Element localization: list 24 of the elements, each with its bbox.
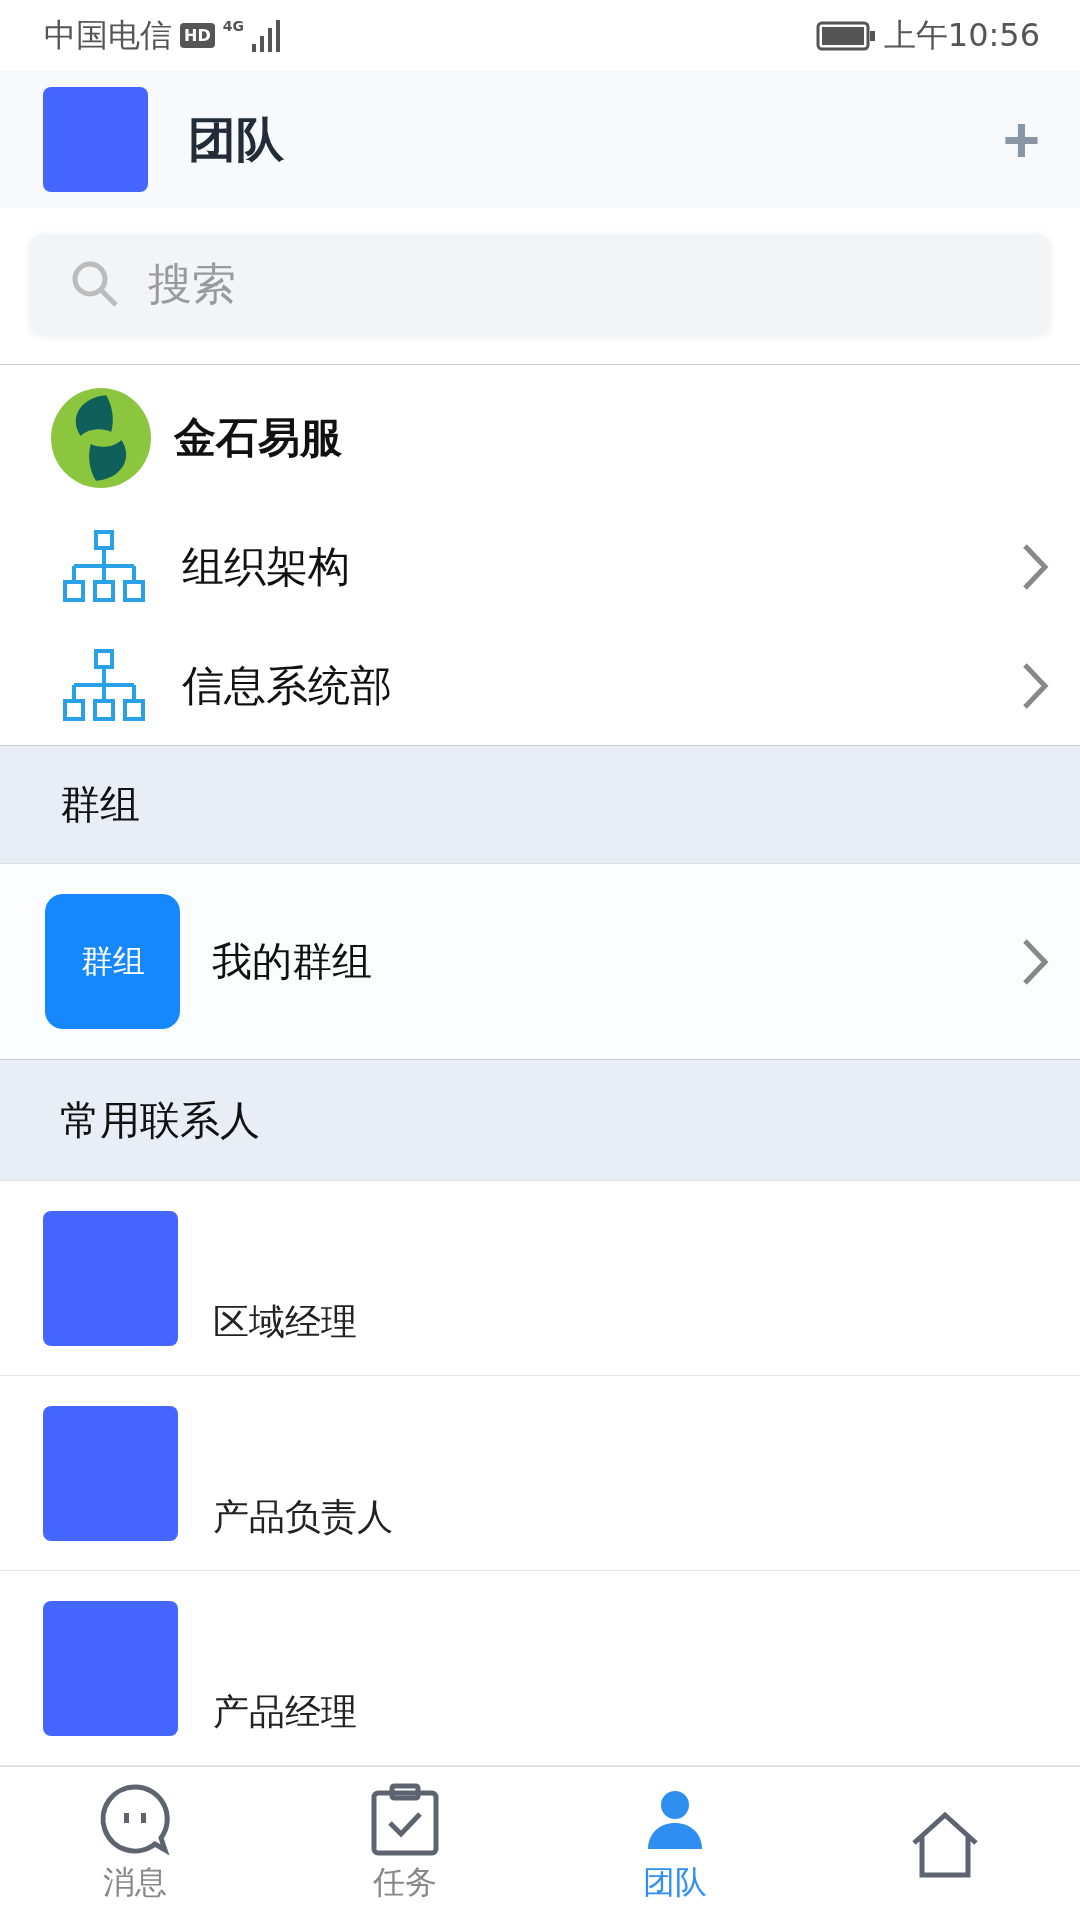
search-field[interactable]: 搜索 bbox=[30, 234, 1050, 334]
clock-time: 上午10:56 bbox=[883, 14, 1040, 56]
battery-icon bbox=[815, 20, 876, 51]
contact-role: 产品经理 bbox=[213, 1690, 357, 1735]
clipboard-check-icon bbox=[370, 1782, 440, 1857]
network-type: 4G bbox=[222, 18, 244, 34]
department-item[interactable]: 信息系统部 bbox=[0, 626, 1080, 746]
contact-role: 区域经理 bbox=[213, 1300, 357, 1345]
department-item[interactable]: 组织架构 bbox=[0, 507, 1080, 627]
company-name: 金石易服 bbox=[174, 412, 342, 465]
search-icon bbox=[70, 259, 120, 309]
chat-bubble-icon bbox=[98, 1782, 172, 1857]
org-chart-icon bbox=[62, 530, 146, 605]
add-button[interactable]: + bbox=[1002, 107, 1040, 172]
signal-icon bbox=[251, 19, 282, 52]
hd-badge: HD bbox=[180, 23, 215, 49]
carrier-name: 中国电信 bbox=[44, 14, 172, 56]
contact-role: 产品负责人 bbox=[213, 1495, 393, 1540]
section-header: 群组 bbox=[0, 745, 1080, 865]
section-header: 常用联系人 bbox=[0, 1059, 1080, 1182]
org-chart-icon bbox=[62, 648, 146, 723]
page-title: 团队 bbox=[188, 109, 285, 169]
group-avatar: 群组 bbox=[45, 894, 180, 1030]
group-item[interactable]: 群组 我的群组 bbox=[0, 864, 1080, 1060]
